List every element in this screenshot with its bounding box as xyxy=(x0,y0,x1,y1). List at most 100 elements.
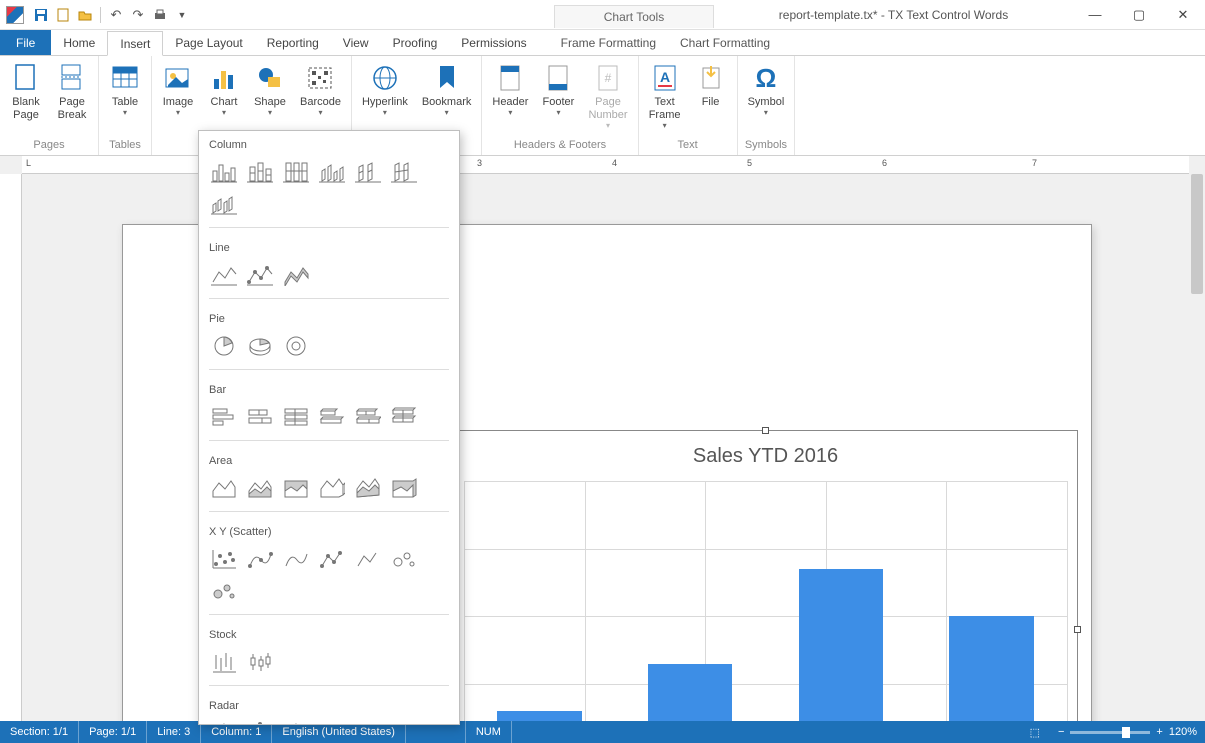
tab-reporting[interactable]: Reporting xyxy=(255,30,331,55)
footer-button[interactable]: Footer▾ xyxy=(538,60,578,136)
zoom-out-button[interactable]: − xyxy=(1058,726,1064,738)
100-stacked-area-icon[interactable] xyxy=(281,475,311,501)
3d-100-stacked-column-icon[interactable] xyxy=(389,159,419,185)
page-number-button[interactable]: #Page Number▾ xyxy=(584,60,631,136)
chart-section-pie: Pie xyxy=(209,313,449,325)
3d-clustered-bar-icon[interactable] xyxy=(317,404,347,430)
minimize-button[interactable]: — xyxy=(1073,1,1117,29)
3d-bubble-icon[interactable] xyxy=(209,578,239,604)
scatter-smooth-icon[interactable] xyxy=(281,546,311,572)
qat-dropdown-icon[interactable]: ▼ xyxy=(173,6,191,24)
bubble-icon[interactable] xyxy=(389,546,419,572)
chart-section-line: Line xyxy=(209,242,449,254)
resize-handle-right[interactable] xyxy=(1074,626,1081,633)
shape-button[interactable]: Shape▾ xyxy=(250,60,290,136)
scrollbar-thumb[interactable] xyxy=(1191,174,1203,294)
print-icon[interactable] xyxy=(151,6,169,24)
ribbon-group-headers-footers: Header▾ Footer▾ #Page Number▾ Headers & … xyxy=(482,56,638,155)
3d-stacked-bar-icon[interactable] xyxy=(353,404,383,430)
table-button[interactable]: Table▾ xyxy=(105,60,145,136)
scatter-lines-markers-icon[interactable] xyxy=(317,546,347,572)
scatter-icon[interactable] xyxy=(209,546,239,572)
clustered-bar-icon[interactable] xyxy=(209,404,239,430)
new-icon[interactable] xyxy=(54,6,72,24)
3d-pie-icon[interactable] xyxy=(245,333,275,359)
status-section[interactable]: Section: 1/1 xyxy=(0,721,79,743)
tab-file[interactable]: File xyxy=(0,30,51,55)
chart-button[interactable]: Chart▾ xyxy=(204,60,244,136)
maximize-button[interactable]: ▢ xyxy=(1117,1,1161,29)
stacked-bar-icon[interactable] xyxy=(245,404,275,430)
3d-100-stacked-bar-icon[interactable] xyxy=(389,404,419,430)
bookmark-button[interactable]: Bookmark▾ xyxy=(418,60,476,136)
redo-icon[interactable]: ↷ xyxy=(129,6,147,24)
tab-proofing[interactable]: Proofing xyxy=(381,30,450,55)
blank-page-button[interactable]: Blank Page xyxy=(6,60,46,136)
pie-icon[interactable] xyxy=(209,333,239,359)
radar-icon[interactable] xyxy=(209,720,239,725)
3d-column-icon[interactable] xyxy=(209,191,239,217)
line-markers-icon[interactable] xyxy=(245,262,275,288)
page-break-button[interactable]: Page Break xyxy=(52,60,92,136)
ribbon-group-text: AText Frame▾ File Text xyxy=(639,56,738,155)
workspace: L 1 2 3 4 5 6 7 Sales YTD 2016 xyxy=(0,156,1205,721)
vertical-ruler[interactable] xyxy=(0,174,22,721)
header-button[interactable]: Header▾ xyxy=(488,60,532,136)
area-icon[interactable] xyxy=(209,475,239,501)
open-icon[interactable] xyxy=(76,6,94,24)
3d-area-icon[interactable] xyxy=(317,475,347,501)
chart-bar xyxy=(497,711,581,721)
zoom-slider[interactable] xyxy=(1070,731,1150,734)
status-num[interactable]: NUM xyxy=(466,721,512,743)
tab-insert[interactable]: Insert xyxy=(107,31,163,56)
line-icon[interactable] xyxy=(209,262,239,288)
tab-home[interactable]: Home xyxy=(51,30,107,55)
3d-clustered-column-icon[interactable] xyxy=(317,159,347,185)
100-stacked-column-icon[interactable] xyxy=(281,159,311,185)
tab-page-layout[interactable]: Page Layout xyxy=(163,30,254,55)
tab-view[interactable]: View xyxy=(331,30,381,55)
chart-object[interactable]: Sales YTD 2016 xyxy=(453,430,1078,721)
tab-chart-formatting[interactable]: Chart Formatting xyxy=(668,30,782,55)
svg-text:A: A xyxy=(660,69,670,85)
3d-100-stacked-area-icon[interactable] xyxy=(389,475,419,501)
zoom-in-button[interactable]: + xyxy=(1156,726,1162,738)
vertical-scrollbar[interactable] xyxy=(1189,174,1205,721)
doughnut-icon[interactable] xyxy=(281,333,311,359)
stacked-area-icon[interactable] xyxy=(245,475,275,501)
tab-permissions[interactable]: Permissions xyxy=(449,30,538,55)
chart-plot-area xyxy=(464,481,1067,721)
status-line[interactable]: Line: 3 xyxy=(147,721,201,743)
status-bar: Section: 1/1 Page: 1/1 Line: 3 Column: 1… xyxy=(0,721,1205,743)
hyperlink-button[interactable]: Hyperlink▾ xyxy=(358,60,412,136)
quick-access-toolbar: ↶ ↷ ▼ xyxy=(28,6,195,24)
text-frame-button[interactable]: AText Frame▾ xyxy=(645,60,685,136)
3d-stacked-area-icon[interactable] xyxy=(353,475,383,501)
file-button[interactable]: File xyxy=(691,60,731,136)
barcode-button[interactable]: Barcode▾ xyxy=(296,60,345,136)
zoom-level[interactable]: 120% xyxy=(1169,726,1197,738)
3d-stacked-column-icon[interactable] xyxy=(353,159,383,185)
window-title: report-template.tx* - TX Text Control Wo… xyxy=(714,8,1073,22)
100-stacked-bar-icon[interactable] xyxy=(281,404,311,430)
image-button[interactable]: Image▾ xyxy=(158,60,198,136)
symbol-button[interactable]: ΩSymbol▾ xyxy=(744,60,789,136)
3d-line-icon[interactable] xyxy=(281,262,311,288)
close-button[interactable]: ✕ xyxy=(1161,1,1205,29)
stock-hlc-icon[interactable] xyxy=(209,649,239,675)
stock-ohlc-icon[interactable] xyxy=(245,649,275,675)
save-icon[interactable] xyxy=(32,6,50,24)
resize-handle-top[interactable] xyxy=(762,427,769,434)
ribbon-group-pages: Blank Page Page Break Pages xyxy=(0,56,99,155)
radar-markers-icon[interactable] xyxy=(245,720,275,725)
undo-icon[interactable]: ↶ xyxy=(107,6,125,24)
scatter-smooth-markers-icon[interactable] xyxy=(245,546,275,572)
tab-frame-formatting[interactable]: Frame Formatting xyxy=(549,30,668,55)
stacked-column-icon[interactable] xyxy=(245,159,275,185)
clustered-column-icon[interactable] xyxy=(209,159,239,185)
scatter-lines-icon[interactable] xyxy=(353,546,383,572)
view-mode-button[interactable]: ⬚ xyxy=(1020,721,1050,743)
radar-filled-icon[interactable] xyxy=(281,720,311,725)
status-page[interactable]: Page: 1/1 xyxy=(79,721,147,743)
chart-section-stock: Stock xyxy=(209,629,449,641)
